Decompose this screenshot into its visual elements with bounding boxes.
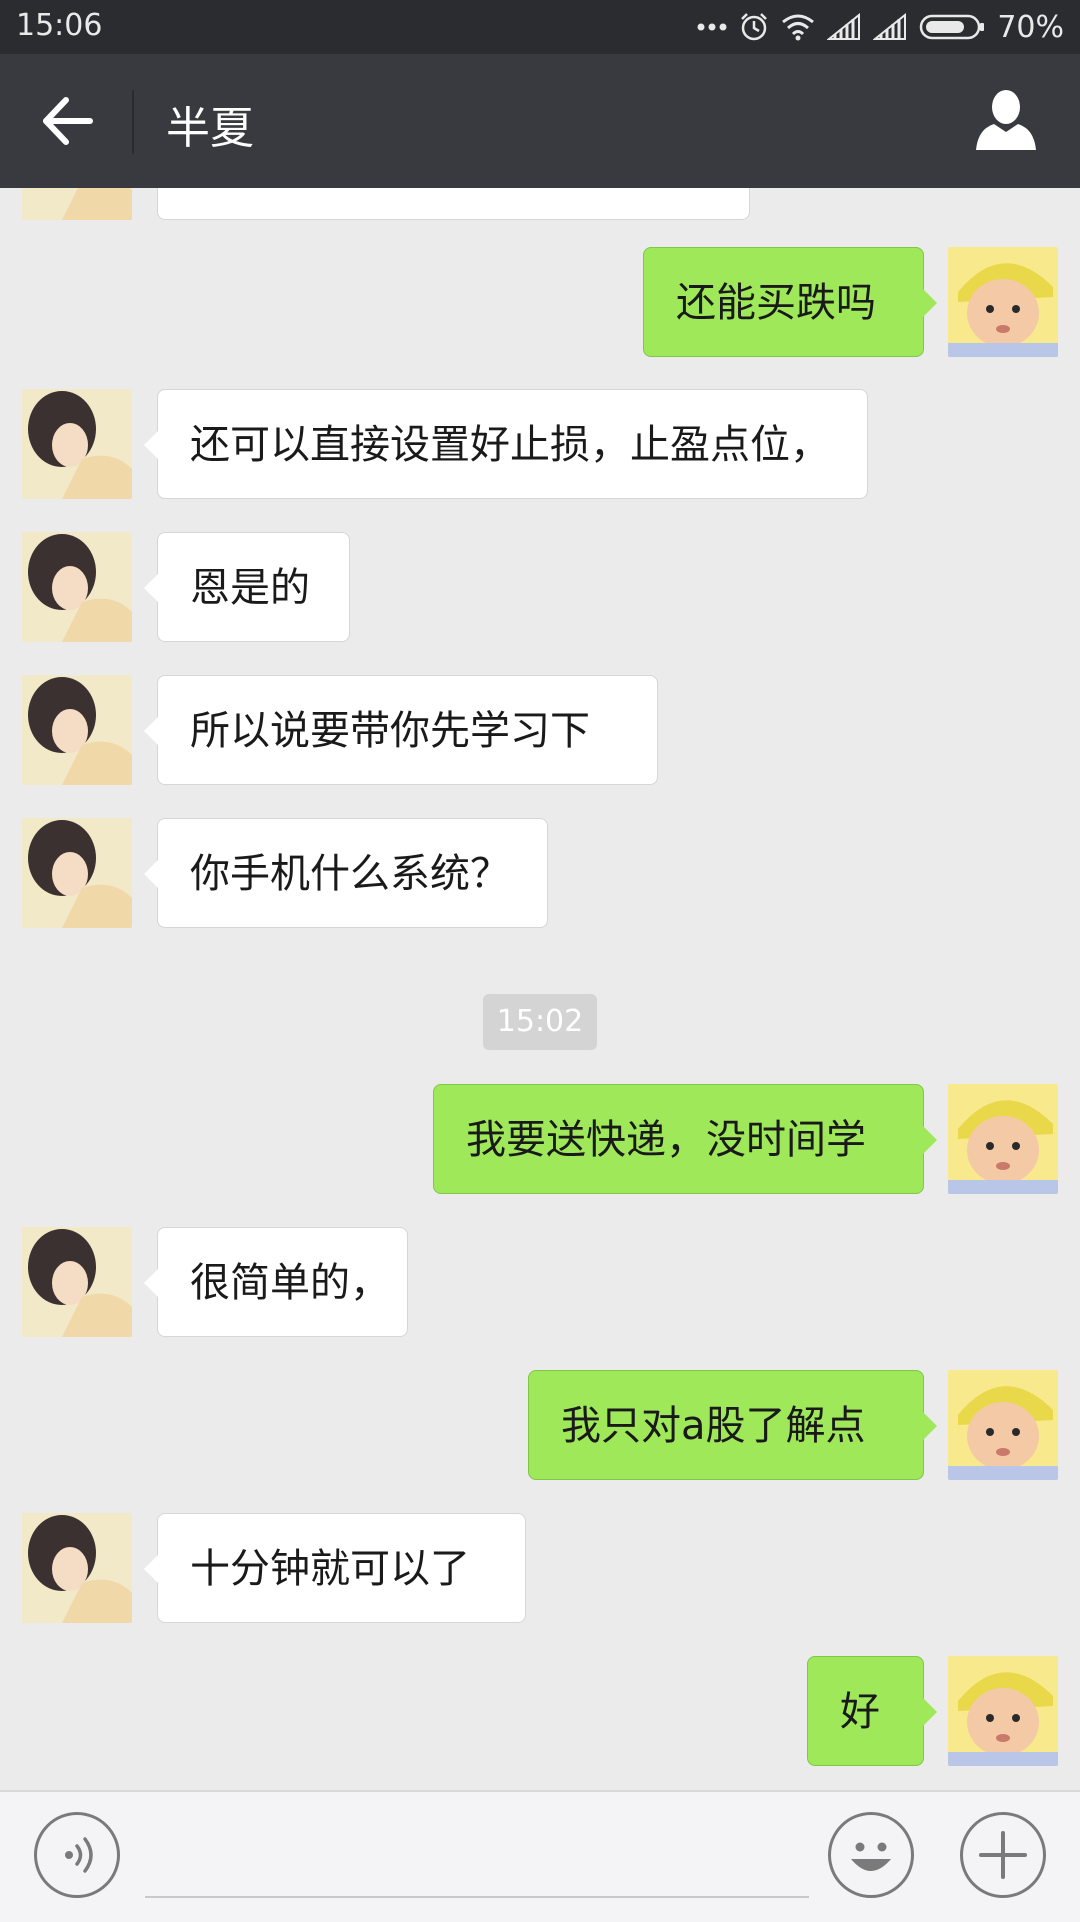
message-bubble-received[interactable]: 你手机什么系统？ (144, 818, 548, 928)
my-avatar[interactable] (948, 1656, 1058, 1766)
emoji-button[interactable] (828, 1812, 914, 1898)
battery-percent: 70% (997, 9, 1064, 45)
message-list[interactable]: 还能买跌吗 还可以直接设置好止损，止盈点位， 恩是的 所以说要带你先学习下 你手… (0, 188, 1080, 1790)
signal-icon (827, 13, 861, 40)
contact-avatar[interactable] (22, 818, 132, 928)
person-icon (976, 90, 1036, 150)
emoji-icon (851, 1842, 891, 1871)
more-dots-icon (697, 23, 727, 31)
message-bubble-sent[interactable]: 我要送快递，没时间学 (433, 1084, 937, 1194)
my-avatar[interactable] (948, 1370, 1058, 1480)
message-bubble-received[interactable]: 很简单的， (144, 1227, 408, 1337)
signal-icon (873, 13, 907, 40)
header-divider (132, 90, 134, 154)
alarm-icon (741, 13, 768, 41)
contact-avatar[interactable] (22, 532, 132, 642)
chat-header: 半夏 (0, 54, 1080, 188)
arrow-left-icon (43, 97, 93, 145)
contact-avatar[interactable] (22, 675, 132, 785)
my-avatar[interactable] (948, 247, 1058, 357)
message-input-bar (0, 1790, 1080, 1922)
battery-icon (920, 14, 985, 40)
message-timestamp: 15:02 (483, 994, 597, 1050)
wifi-icon (782, 14, 815, 41)
contact-avatar[interactable] (22, 1227, 132, 1337)
chat-title: 半夏 (166, 103, 254, 154)
contact-avatar[interactable] (22, 1513, 132, 1623)
message-bubble-sent[interactable]: 好 (807, 1656, 937, 1766)
plus-icon (979, 1831, 1027, 1879)
status-bar: 15:06 70% (0, 0, 1080, 54)
message-bubble-received[interactable]: 还可以直接设置好止损，止盈点位， (144, 389, 868, 499)
message-bubble-received[interactable]: 十分钟就可以了 (144, 1513, 526, 1623)
message-bubble-sent[interactable]: 我只对a股了解点 (528, 1370, 937, 1480)
profile-button[interactable] (970, 84, 1042, 156)
message-input[interactable] (145, 1814, 809, 1898)
contact-avatar[interactable] (22, 389, 132, 499)
status-icons: 70% (697, 8, 1064, 46)
message-bubble-sent[interactable]: 还能买跌吗 (643, 247, 937, 357)
message-bubble-received[interactable] (157, 188, 750, 220)
voice-button[interactable] (34, 1812, 120, 1898)
contact-avatar[interactable] (22, 188, 132, 220)
message-bubble-received[interactable]: 恩是的 (144, 532, 350, 642)
message-bubble-received[interactable]: 所以说要带你先学习下 (144, 675, 658, 785)
my-avatar[interactable] (948, 1084, 1058, 1194)
back-button[interactable] (34, 88, 100, 154)
status-time: 15:06 (16, 8, 103, 43)
more-button[interactable] (960, 1812, 1046, 1898)
voice-icon (65, 1837, 93, 1873)
